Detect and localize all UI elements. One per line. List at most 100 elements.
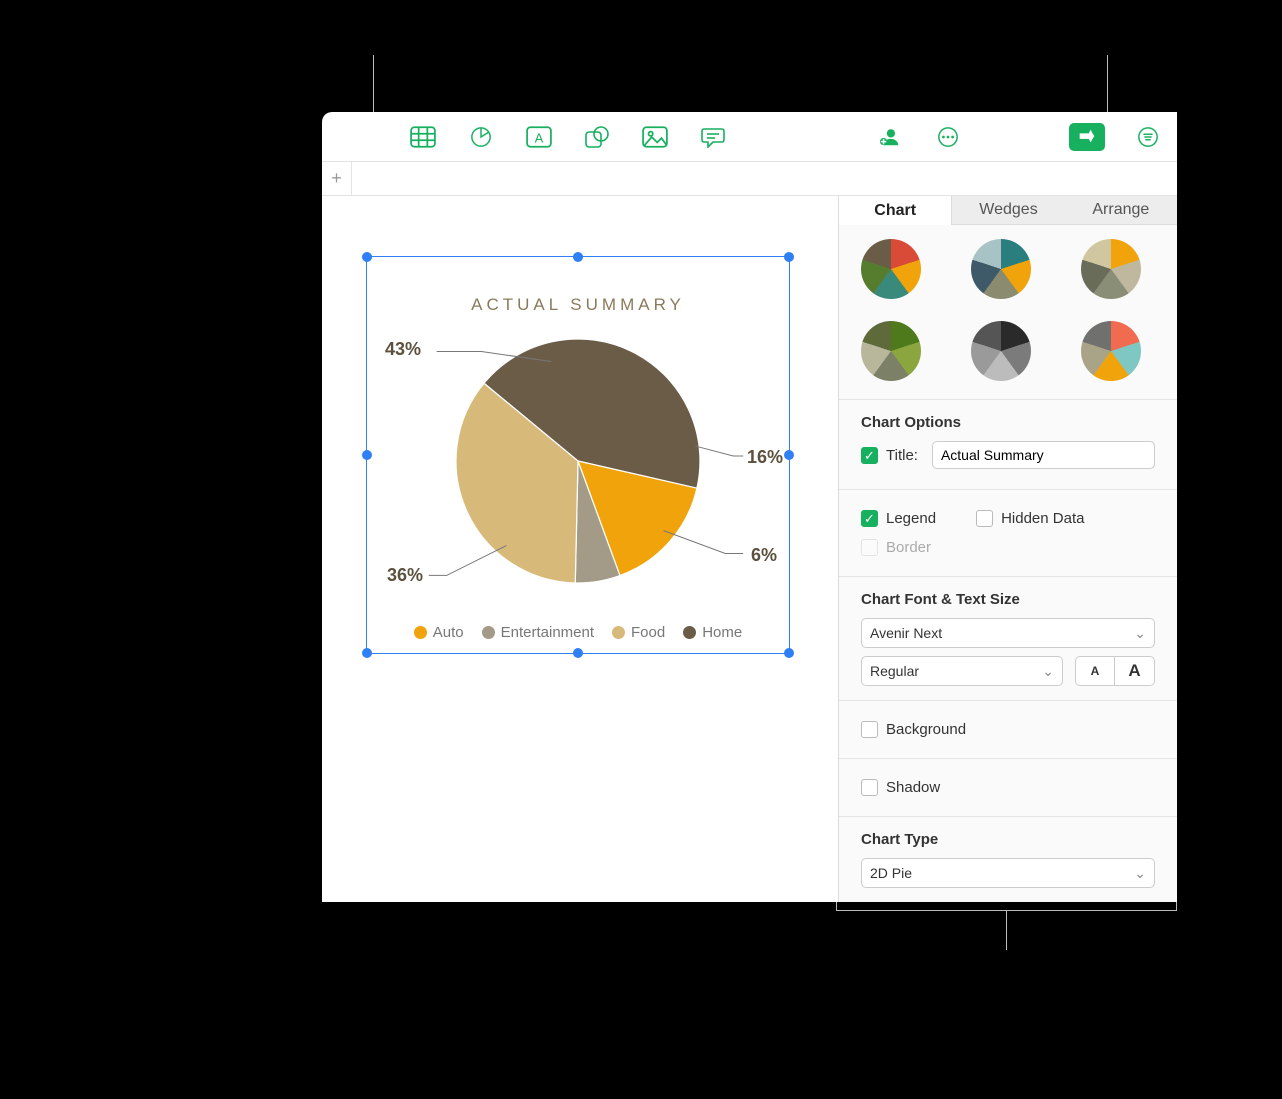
- font-weight-select[interactable]: Regular ⌄: [861, 656, 1063, 686]
- chart-options-section: Chart Options Title:: [839, 400, 1177, 490]
- background-section: Background: [839, 701, 1177, 759]
- chart-type-select[interactable]: 2D Pie ⌄: [861, 858, 1155, 888]
- callout-line-bottom-l: [836, 902, 837, 911]
- tab-wedges[interactable]: Wedges: [952, 196, 1064, 225]
- legend-checkbox[interactable]: [861, 510, 878, 527]
- format-icon[interactable]: [1069, 123, 1105, 151]
- sidebar-tabs: Chart Wedges Arrange: [839, 196, 1177, 225]
- legend-text: Food: [631, 624, 665, 641]
- sheet-tab-bar: +: [322, 162, 1177, 196]
- legend-dot: [683, 626, 696, 639]
- title-label: Title:: [886, 447, 918, 464]
- legend-text: Auto: [433, 624, 464, 641]
- chart-style-swatch[interactable]: [971, 239, 1031, 299]
- resize-handle[interactable]: [784, 252, 794, 262]
- border-label: Border: [886, 539, 931, 556]
- resize-handle[interactable]: [573, 252, 583, 262]
- data-label-home: 43%: [385, 339, 421, 360]
- chart-type-header: Chart Type: [861, 831, 1155, 848]
- svg-text:A: A: [535, 130, 544, 145]
- font-header: Chart Font & Text Size: [861, 591, 1155, 608]
- background-checkbox[interactable]: [861, 721, 878, 738]
- callout-line-left: [373, 55, 374, 113]
- shadow-row[interactable]: Shadow: [861, 779, 1155, 796]
- legend-text: Home: [702, 624, 742, 641]
- shadow-label: Shadow: [886, 779, 940, 796]
- data-label-auto: 16%: [747, 447, 783, 468]
- legend-item: Home: [683, 624, 742, 641]
- legend-label: Legend: [886, 510, 936, 527]
- hidden-data-row[interactable]: Hidden Data: [976, 510, 1084, 527]
- title-input[interactable]: [932, 441, 1155, 469]
- chart-options-header: Chart Options: [861, 414, 1155, 431]
- legend-dot: [482, 626, 495, 639]
- organize-icon[interactable]: [1133, 122, 1163, 152]
- tab-chart[interactable]: Chart: [839, 196, 952, 225]
- selected-chart[interactable]: ACTUAL SUMMARY 43% 16% 6% 36% Auto Entert…: [366, 256, 790, 654]
- hidden-data-checkbox[interactable]: [976, 510, 993, 527]
- resize-handle[interactable]: [784, 450, 794, 460]
- resize-handle[interactable]: [784, 648, 794, 658]
- legend-item: Food: [612, 624, 665, 641]
- font-family-select[interactable]: Avenir Next ⌄: [861, 618, 1155, 648]
- chevron-down-icon: ⌄: [1134, 865, 1146, 882]
- tab-arrange[interactable]: Arrange: [1065, 196, 1177, 225]
- background-row[interactable]: Background: [861, 721, 1155, 738]
- chart-style-swatch[interactable]: [861, 321, 921, 381]
- legend-text: Entertainment: [501, 624, 594, 641]
- data-label-food: 36%: [387, 565, 423, 586]
- chart-legend: Auto Entertainment Food Home: [367, 624, 789, 641]
- resize-handle[interactable]: [362, 450, 372, 460]
- callout-line-bottom-v: [1006, 910, 1007, 950]
- resize-handle[interactable]: [362, 252, 372, 262]
- hidden-data-label: Hidden Data: [1001, 510, 1084, 527]
- font-size-increase[interactable]: A: [1115, 656, 1155, 686]
- more-icon[interactable]: [933, 122, 963, 152]
- chevron-down-icon: ⌄: [1042, 663, 1054, 680]
- border-checkbox: [861, 539, 878, 556]
- chart-icon[interactable]: [466, 122, 496, 152]
- chart-type-section: Chart Type 2D Pie ⌄: [839, 817, 1177, 902]
- chevron-down-icon: ⌄: [1134, 625, 1146, 642]
- callout-line-right-top: [1107, 55, 1108, 113]
- collaborate-icon[interactable]: [875, 122, 905, 152]
- resize-handle[interactable]: [573, 648, 583, 658]
- callout-line-bottom-r: [1176, 902, 1177, 911]
- title-checkbox[interactable]: [861, 447, 878, 464]
- comment-icon[interactable]: [698, 122, 728, 152]
- legend-item: Entertainment: [482, 624, 594, 641]
- font-size-decrease[interactable]: A: [1075, 656, 1115, 686]
- canvas[interactable]: ACTUAL SUMMARY 43% 16% 6% 36% Auto Entert…: [322, 196, 838, 902]
- text-icon[interactable]: A: [524, 122, 554, 152]
- chart-style-swatch[interactable]: [1081, 239, 1141, 299]
- format-sidebar: Chart Wedges Arrange Chart Options Title…: [838, 196, 1177, 902]
- chart-style-swatch[interactable]: [1081, 321, 1141, 381]
- legend-row[interactable]: Legend: [861, 510, 936, 527]
- add-sheet-button[interactable]: +: [322, 162, 352, 195]
- chart-style-grid: [839, 225, 1177, 400]
- legend-dot: [414, 626, 427, 639]
- chart-style-swatch[interactable]: [971, 321, 1031, 381]
- title-row: Title:: [861, 441, 1155, 469]
- data-label-entertainment: 6%: [751, 545, 777, 566]
- chart-style-swatch[interactable]: [861, 239, 921, 299]
- media-icon[interactable]: [640, 122, 670, 152]
- chart-title: ACTUAL SUMMARY: [367, 295, 789, 315]
- app-window: A + ACTUAL SUMMARY: [322, 112, 1177, 902]
- shadow-checkbox[interactable]: [861, 779, 878, 796]
- font-family-value: Avenir Next: [870, 625, 942, 641]
- toolbar: A: [322, 112, 1177, 162]
- chart-type-value: 2D Pie: [870, 865, 912, 881]
- font-weight-value: Regular: [870, 663, 919, 679]
- shadow-section: Shadow: [839, 759, 1177, 817]
- legend-section: Legend Hidden Data Border: [839, 490, 1177, 577]
- legend-item: Auto: [414, 624, 464, 641]
- pie-chart[interactable]: [456, 339, 700, 583]
- table-icon[interactable]: [408, 122, 438, 152]
- font-size-stepper: A A: [1075, 656, 1155, 686]
- shape-icon[interactable]: [582, 122, 612, 152]
- legend-dot: [612, 626, 625, 639]
- background-label: Background: [886, 721, 966, 738]
- border-row: Border: [861, 539, 1155, 556]
- resize-handle[interactable]: [362, 648, 372, 658]
